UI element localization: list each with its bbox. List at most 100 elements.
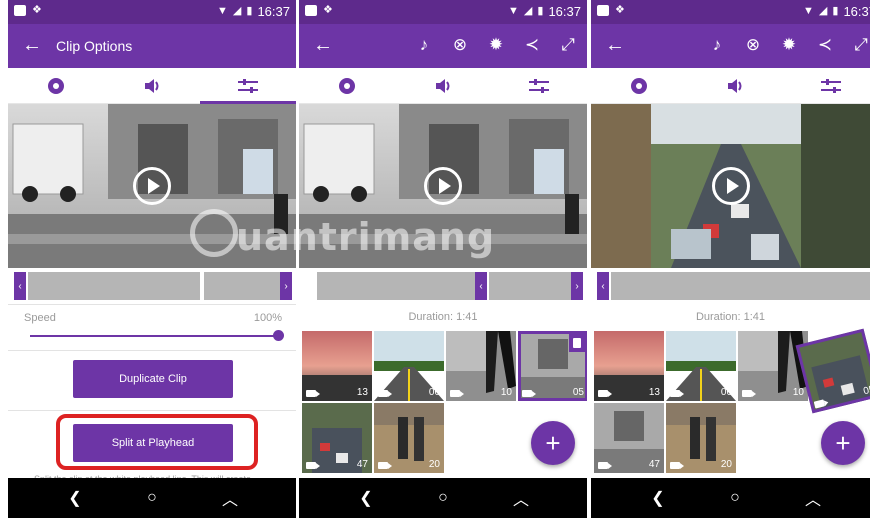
nav-recent-icon[interactable]: ︿ — [511, 488, 531, 509]
clip-thumbnail[interactable]: 13 — [302, 331, 372, 401]
project-tabs — [299, 68, 587, 104]
split-handle[interactable]: ‹ — [475, 272, 487, 300]
wifi-icon: ▼ — [508, 5, 519, 17]
video-preview[interactable] — [299, 104, 587, 268]
add-clip-button[interactable]: + — [821, 421, 865, 465]
music-icon[interactable]: ♪ — [413, 34, 435, 56]
tab-adjust[interactable] — [200, 68, 296, 104]
clip-thumbnail[interactable]: 20 — [666, 403, 736, 473]
theme-icon[interactable]: ⊗ — [742, 34, 764, 56]
dropbox-icon: ❖ — [615, 4, 625, 16]
speed-label: Speed — [24, 312, 56, 324]
video-camera-icon — [378, 390, 392, 397]
notification-icon — [305, 5, 317, 16]
signal-icon: ◢ — [232, 5, 242, 17]
clip-timeline[interactable]: ‹ › — [317, 272, 583, 300]
aperture-icon — [48, 78, 64, 94]
settings-icon[interactable]: ✹ — [485, 34, 507, 56]
add-clip-button[interactable]: + — [531, 421, 575, 465]
clip-thumbnail[interactable]: 06 — [666, 331, 736, 401]
timeline-segment — [317, 272, 475, 300]
nav-recent-icon[interactable]: ︿ — [803, 488, 823, 509]
clip-thumbnail[interactable]: 47 — [594, 403, 664, 473]
play-button[interactable] — [133, 167, 171, 205]
video-camera-icon — [378, 462, 392, 469]
nav-home-icon[interactable]: ○ — [725, 488, 745, 508]
project-tabs — [591, 68, 870, 104]
clip-thumbnail[interactable]: 10 — [738, 331, 808, 401]
theme-icon[interactable]: ⊗ — [449, 34, 471, 56]
clip-thumbnail[interactable]: 47 — [302, 403, 372, 473]
delete-icon[interactable] — [569, 334, 585, 352]
trim-handle-right[interactable]: › — [571, 272, 583, 300]
nav-home-icon[interactable]: ○ — [142, 488, 162, 508]
battery-icon: ▮ — [537, 5, 544, 17]
back-arrow-icon[interactable]: ← — [309, 33, 337, 57]
video-preview[interactable] — [591, 104, 870, 268]
clip-duration: 13 — [648, 387, 660, 398]
play-button[interactable] — [711, 167, 750, 205]
tab-effects[interactable] — [299, 68, 395, 104]
trim-handle-right[interactable]: › — [280, 272, 292, 300]
dropbox-icon: ❖ — [323, 4, 333, 16]
tab-effects[interactable] — [591, 68, 687, 104]
back-arrow-icon[interactable]: ← — [18, 33, 46, 57]
trim-handle-left[interactable]: ‹ — [14, 272, 26, 300]
tab-adjust[interactable] — [491, 68, 587, 104]
video-camera-icon — [670, 390, 684, 397]
back-arrow-icon[interactable]: ← — [601, 33, 629, 57]
clip-thumbnail[interactable]: 10 — [446, 331, 516, 401]
nav-back-icon[interactable]: ❮ — [65, 488, 85, 508]
tab-audio[interactable] — [104, 68, 200, 104]
nav-home-icon[interactable]: ○ — [433, 488, 453, 508]
speed-slider-thumb[interactable] — [273, 330, 284, 341]
clip-timeline[interactable]: ‹ — [597, 272, 870, 300]
music-icon[interactable]: ♪ — [706, 34, 728, 56]
fullscreen-icon[interactable]: ⤢ — [850, 34, 870, 56]
video-camera-icon — [306, 462, 320, 469]
timeline-segment — [489, 272, 571, 300]
tab-audio[interactable] — [687, 68, 783, 104]
divider — [8, 410, 296, 411]
video-camera-icon — [522, 390, 536, 397]
status-time: 16:37 — [548, 4, 581, 19]
play-button[interactable] — [424, 167, 462, 205]
clip-thumbnail[interactable]: 13 — [594, 331, 664, 401]
share-icon[interactable]: ≺ — [814, 34, 836, 56]
settings-icon[interactable]: ✹ — [778, 34, 800, 56]
nav-back-icon[interactable]: ❮ — [356, 488, 376, 508]
nav-back-icon[interactable]: ❮ — [648, 488, 668, 508]
toolbar: ← Clip Options — [8, 24, 296, 68]
split-at-playhead-button[interactable]: Split at Playhead — [73, 424, 233, 462]
trim-handle-left[interactable]: ‹ — [597, 272, 609, 300]
share-icon[interactable]: ≺ — [521, 34, 543, 56]
screen-project-clips: ❖ ▼ ◢ ▮ 16:37 ← ♪ ⊗ ✹ ≺ ⤢ ‹ › Duration: … — [299, 0, 587, 518]
speed-slider[interactable] — [30, 335, 276, 337]
clip-duration: 05 — [572, 387, 584, 398]
tab-audio[interactable] — [395, 68, 491, 104]
video-camera-icon — [670, 462, 684, 469]
notification-icon — [597, 5, 609, 16]
clip-timeline[interactable]: ‹ › — [14, 272, 292, 300]
aperture-icon — [339, 78, 355, 94]
clip-duration: 13 — [356, 387, 368, 398]
tab-effects[interactable] — [8, 68, 104, 104]
status-time: 16:37 — [843, 4, 870, 19]
sliders-icon — [821, 79, 841, 93]
clip-thumbnail[interactable]: 20 — [374, 403, 444, 473]
timeline-segment — [611, 272, 870, 300]
signal-icon: ◢ — [523, 5, 533, 17]
duration-label: Duration: 1:41 — [408, 311, 478, 323]
screen-clip-options: ❖ ▼ ◢ ▮ 16:37 ← Clip Options ‹ › Speed 1… — [8, 0, 296, 518]
clip-tabs — [8, 68, 296, 104]
volume-icon — [728, 79, 742, 93]
clip-thumbnail[interactable]: 06 — [374, 331, 444, 401]
fullscreen-icon[interactable]: ⤢ — [557, 34, 579, 56]
tab-adjust[interactable] — [783, 68, 870, 104]
clip-thumbnail-selected[interactable]: 05 — [518, 331, 587, 401]
wifi-icon: ▼ — [217, 5, 228, 17]
nav-recent-icon[interactable]: ︿ — [220, 488, 240, 509]
video-preview[interactable] — [8, 104, 296, 268]
divider — [8, 350, 296, 351]
duplicate-clip-button[interactable]: Duplicate Clip — [73, 360, 233, 398]
